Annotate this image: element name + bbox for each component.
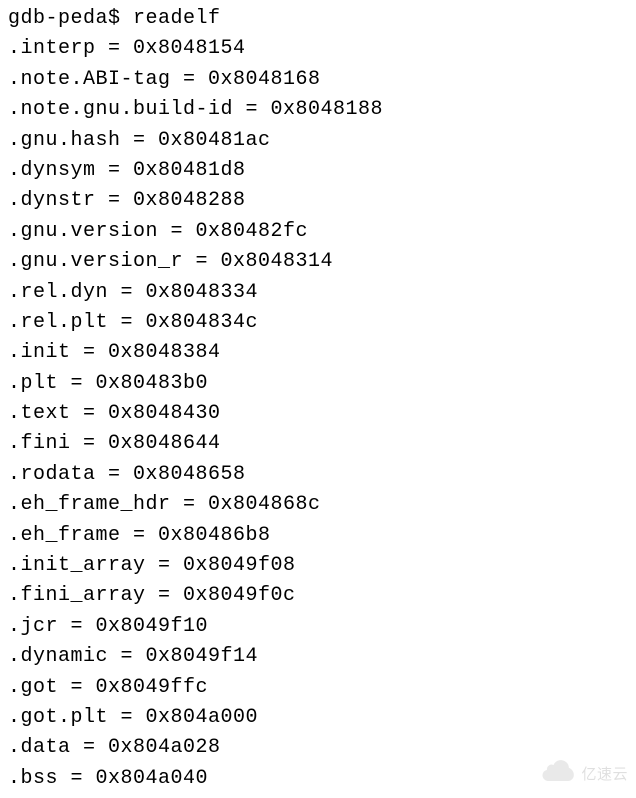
section-line: .got.plt = 0x804a000 xyxy=(8,703,628,733)
section-line: .bss = 0x804a040 xyxy=(8,764,628,794)
section-line: .rel.plt = 0x804834c xyxy=(8,308,628,338)
section-line: .eh_frame_hdr = 0x804868c xyxy=(8,490,628,520)
section-line: .fini = 0x8048644 xyxy=(8,429,628,459)
watermark-text: 亿速云 xyxy=(581,763,628,784)
section-line: .dynamic = 0x8049f14 xyxy=(8,642,628,672)
section-line: .eh_frame = 0x80486b8 xyxy=(8,521,628,551)
section-line: .rodata = 0x8048658 xyxy=(8,460,628,490)
section-line: .plt = 0x80483b0 xyxy=(8,369,628,399)
watermark: 亿速云 xyxy=(540,759,628,788)
section-line: .note.gnu.build-id = 0x8048188 xyxy=(8,95,628,125)
section-line: .dynstr = 0x8048288 xyxy=(8,186,628,216)
section-line: .text = 0x8048430 xyxy=(8,399,628,429)
section-line: .init = 0x8048384 xyxy=(8,338,628,368)
section-line: .jcr = 0x8049f10 xyxy=(8,612,628,642)
section-line: .rel.dyn = 0x8048334 xyxy=(8,278,628,308)
terminal-output[interactable]: gdb-peda$ readelf .interp = 0x8048154.no… xyxy=(0,0,636,798)
prompt-line: gdb-peda$ readelf xyxy=(8,4,628,34)
section-line: .got = 0x8049ffc xyxy=(8,673,628,703)
section-line: .note.ABI-tag = 0x8048168 xyxy=(8,65,628,95)
section-line: .gnu.version = 0x80482fc xyxy=(8,217,628,247)
section-line: .init_array = 0x8049f08 xyxy=(8,551,628,581)
command: readelf xyxy=(133,7,221,30)
section-line: .data = 0x804a028 xyxy=(8,733,628,763)
section-line: .fini_array = 0x8049f0c xyxy=(8,581,628,611)
prompt: gdb-peda$ xyxy=(8,7,133,30)
section-line: .gnu.hash = 0x80481ac xyxy=(8,126,628,156)
section-line: .gnu.version_r = 0x8048314 xyxy=(8,247,628,277)
section-line: .interp = 0x8048154 xyxy=(8,34,628,64)
section-line: .dynsym = 0x80481d8 xyxy=(8,156,628,186)
cloud-icon xyxy=(540,759,578,788)
